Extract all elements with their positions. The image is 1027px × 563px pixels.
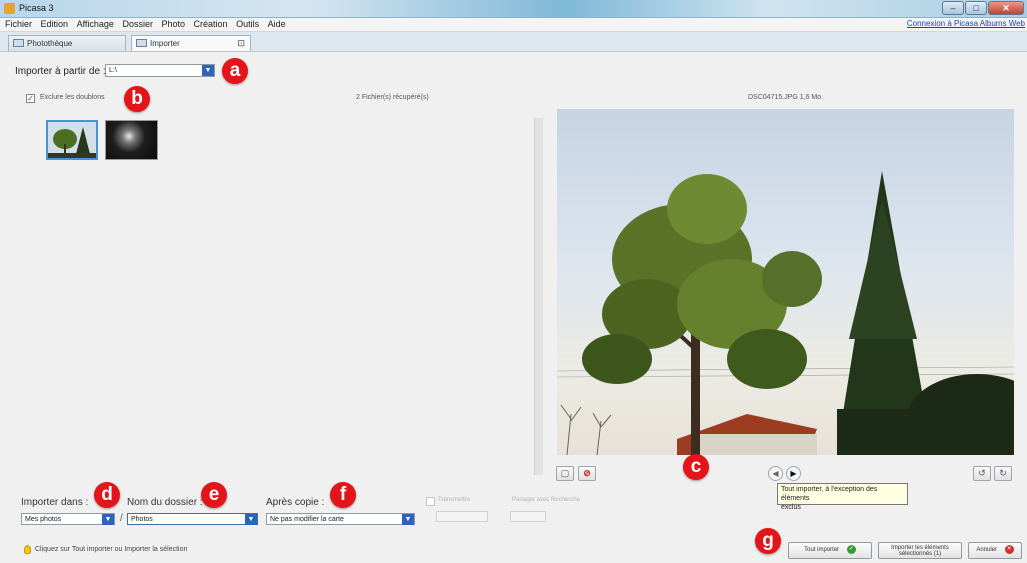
tab-phototheque[interactable]: Photothèque	[8, 35, 126, 51]
chevron-down-icon[interactable]: ▼	[202, 65, 214, 76]
annotation-badge-g: g	[755, 528, 781, 554]
import-selected-button[interactable]: Importer les éléments sélectionnés (1)	[878, 542, 962, 559]
library-icon	[13, 39, 24, 47]
chevron-down-icon[interactable]: ▼	[245, 514, 257, 525]
chevron-down-icon[interactable]: ▼	[102, 514, 114, 525]
import-selected-label-line-2: sélectionnés (1)	[898, 551, 942, 557]
after-copy-label: Après copie :	[266, 497, 325, 508]
import-all-tooltip: Tout importer, à l'exception des élément…	[777, 483, 908, 511]
share-select	[510, 511, 546, 522]
upload-select	[436, 511, 488, 522]
upload-checkbox	[426, 497, 435, 506]
menu-fichier[interactable]: Fichier	[2, 18, 35, 30]
annotation-badge-e: e	[201, 482, 227, 508]
tab-importer[interactable]: Importer ⊡	[131, 35, 251, 51]
tab-close-icon[interactable]: ⊡	[237, 38, 245, 49]
photo-preview	[557, 109, 1014, 455]
import-all-label: Tout importer	[804, 547, 840, 554]
annotation-badge-d: d	[94, 482, 120, 508]
share-label: Partager avec Recherche	[512, 497, 581, 503]
exclude-duplicates-checkbox[interactable]: ✓	[26, 94, 35, 103]
frame-icon[interactable]: ▢	[556, 466, 574, 481]
path-separator: /	[120, 513, 123, 524]
next-photo-button[interactable]: ▶	[786, 466, 801, 481]
after-copy-value: Ne pas modifier la carte	[270, 516, 344, 523]
menu-affichage[interactable]: Affichage	[74, 18, 117, 30]
import-source-label: Importer à partir de :	[15, 66, 106, 77]
files-found-count: 2 Fichier(s) récupéré(s)	[356, 94, 429, 101]
import-all-button[interactable]: Tout importer ✓	[788, 542, 872, 559]
rotate-right-icon[interactable]: ↻	[994, 466, 1012, 481]
cancel-button[interactable]: Annuler ✕	[968, 542, 1022, 559]
destination-label: Importer dans :	[21, 497, 89, 508]
menu-dossier[interactable]: Dossier	[119, 18, 156, 30]
import-icon	[136, 39, 147, 47]
rotate-left-icon[interactable]: ↺	[973, 466, 991, 481]
menu-aide[interactable]: Aide	[265, 18, 289, 30]
chevron-down-icon[interactable]: ▼	[402, 514, 414, 525]
annotation-badge-c: c	[683, 454, 709, 480]
thumbnail-trees[interactable]	[46, 120, 98, 160]
maximize-button[interactable]: □	[965, 1, 987, 15]
after-copy-select[interactable]: Ne pas modifier la carte ▼	[266, 513, 415, 525]
minimize-button[interactable]: –	[942, 1, 964, 15]
menu-photo[interactable]: Photo	[159, 18, 189, 30]
lightbulb-icon	[24, 545, 31, 554]
close-button[interactable]: ✕	[988, 1, 1024, 15]
checkmark-icon: ✓	[846, 545, 856, 554]
panel-scrollbar[interactable]	[534, 118, 543, 475]
previous-photo-button[interactable]: ◀	[768, 466, 783, 481]
tab-importer-label: Importer	[150, 39, 180, 48]
cancel-icon: ✕	[1004, 545, 1014, 554]
cancel-label: Annuler	[976, 547, 997, 554]
thumbnail-trees-image	[48, 122, 96, 158]
tab-bar: Photothèque Importer ⊡	[0, 32, 1027, 52]
tab-phototheque-label: Photothèque	[27, 39, 73, 48]
picasa-app-icon	[4, 3, 15, 14]
menu-creation[interactable]: Création	[191, 18, 231, 30]
folder-name-value: Photos	[131, 516, 153, 523]
import-source-value: L:\	[109, 67, 117, 74]
annotation-badge-b: b	[124, 86, 150, 112]
title-bar: Picasa 3 – □ ✕	[0, 0, 1027, 18]
sign-in-link[interactable]: Connexion à Picasa Albums Web	[907, 19, 1025, 28]
menu-bar: Fichier Edition Affichage Dossier Photo …	[0, 18, 1027, 32]
annotation-badge-f: f	[330, 482, 356, 508]
tooltip-line-2: exclus	[781, 504, 801, 511]
tooltip-line-1: Tout importer, à l'exception des élément…	[781, 486, 878, 502]
window-title: Picasa 3	[19, 3, 54, 13]
disabled-share-options: Transmettre Partager avec Recherche	[426, 496, 606, 526]
import-source-select[interactable]: L:\ ▼	[105, 64, 215, 77]
menu-edition[interactable]: Edition	[38, 18, 72, 30]
preview-file-info: DSC04715.JPG 1,6 Mo	[748, 94, 822, 101]
destination-value: Mes photos	[25, 516, 62, 523]
status-hint: Cliquez sur Tout importer ou Importer la…	[35, 546, 188, 553]
exclude-duplicates-label: Exclure les doublons	[40, 94, 105, 101]
upload-label: Transmettre	[438, 497, 471, 503]
window-controls: – □ ✕	[942, 1, 1024, 15]
folder-name-label: Nom du dossier :	[127, 497, 203, 508]
folder-name-input[interactable]: Photos ▼	[127, 513, 258, 525]
thumbnail-dark-sky[interactable]	[105, 120, 158, 160]
menu-outils[interactable]: Outils	[233, 18, 262, 30]
exclude-icon[interactable]: ⊘	[578, 466, 596, 481]
preview-photo-image	[557, 171, 1014, 455]
annotation-badge-a: a	[222, 58, 248, 84]
destination-select[interactable]: Mes photos ▼	[21, 513, 115, 525]
